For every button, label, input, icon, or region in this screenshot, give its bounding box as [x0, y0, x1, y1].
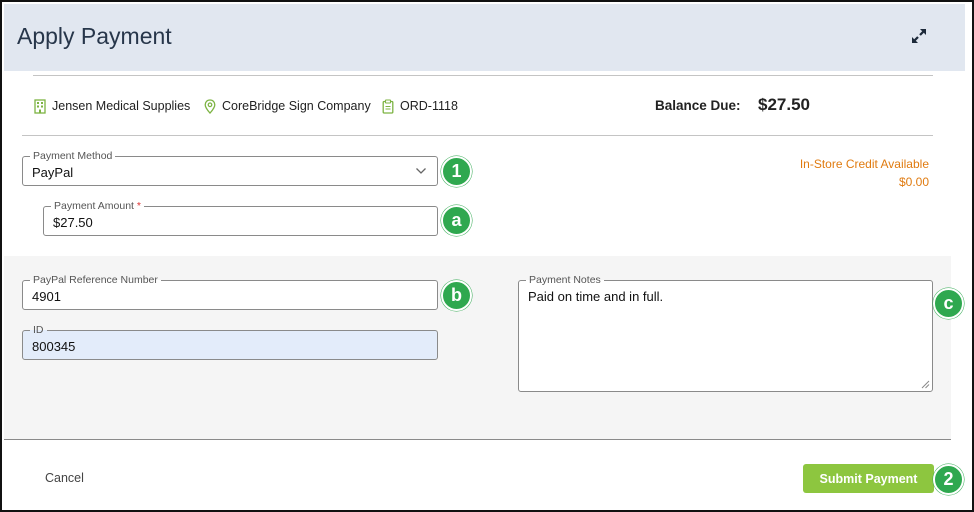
- payment-amount-input[interactable]: Payment Amount * $27.50: [43, 199, 438, 236]
- expand-icon[interactable]: [909, 26, 929, 46]
- submit-payment-button[interactable]: Submit Payment: [803, 464, 934, 493]
- payment-notes-textarea[interactable]: Payment Notes Paid on time and in full.: [518, 273, 933, 392]
- location-pin-icon: [204, 98, 216, 114]
- company-name: Jensen Medical Supplies: [52, 99, 191, 113]
- company-info: Jensen Medical Supplies: [34, 97, 190, 115]
- location-name: CoreBridge Sign Company: [222, 99, 371, 113]
- in-store-credit-label: In-Store Credit Available: [799, 157, 929, 171]
- id-input[interactable]: ID 800345: [22, 323, 438, 360]
- chevron-down-icon: [416, 168, 426, 174]
- building-icon: [34, 98, 46, 114]
- id-value: 800345: [32, 339, 76, 354]
- balance-due-label: Balance Due:: [655, 98, 741, 113]
- payment-amount-value: $27.50: [53, 215, 93, 230]
- payment-notes-label: Payment Notes: [526, 273, 604, 287]
- id-label: ID: [30, 323, 47, 337]
- resize-handle-icon[interactable]: [921, 380, 930, 389]
- location-info: CoreBridge Sign Company: [204, 97, 371, 115]
- callout-badge-2: 2: [933, 464, 964, 495]
- in-store-credit-value: $0.00: [898, 175, 929, 189]
- payment-dialog: Apply Payment Jensen Medical Supplies Co…: [0, 0, 974, 512]
- cancel-button[interactable]: Cancel: [45, 471, 84, 485]
- paypal-reference-label: PayPal Reference Number: [30, 273, 161, 287]
- order-info: ORD-1118: [382, 97, 458, 115]
- paypal-reference-value: 4901: [32, 289, 61, 304]
- required-mark: *: [136, 200, 141, 212]
- footer-divider: [4, 439, 951, 440]
- payment-amount-label: Payment Amount *: [51, 199, 144, 213]
- order-number: ORD-1118: [400, 99, 458, 113]
- dialog-title: Apply Payment: [17, 23, 172, 49]
- paypal-reference-input[interactable]: PayPal Reference Number 4901: [22, 273, 438, 310]
- divider: [22, 135, 933, 136]
- payment-method-value: PayPal: [32, 165, 74, 180]
- payment-method-label: Payment Method: [30, 149, 116, 163]
- balance-due-value: $27.50: [758, 95, 810, 114]
- callout-badge-a: a: [441, 205, 472, 236]
- payment-method-select[interactable]: Payment Method PayPal: [22, 149, 438, 186]
- callout-badge-1: 1: [441, 156, 472, 187]
- divider: [33, 75, 933, 76]
- dialog-header: Apply Payment: [4, 4, 965, 71]
- clipboard-icon: [382, 98, 394, 114]
- payment-notes-value: Paid on time and in full.: [528, 289, 664, 304]
- callout-badge-b: b: [441, 280, 472, 311]
- callout-badge-c: c: [933, 288, 964, 319]
